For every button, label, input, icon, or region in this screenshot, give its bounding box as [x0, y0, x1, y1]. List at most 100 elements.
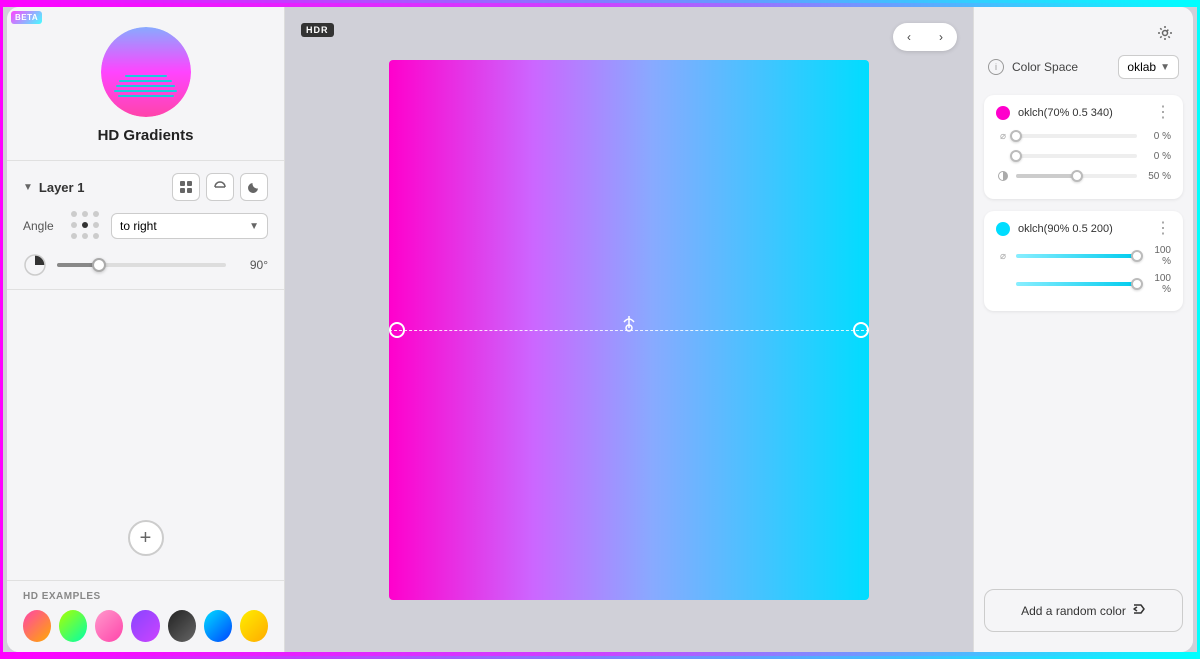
color-stop-2-slider-2: 100 % [996, 273, 1171, 295]
swatch-blue[interactable] [204, 610, 232, 642]
color-stop-1-val-3: 50 % [1143, 171, 1171, 182]
settings-button[interactable] [1151, 19, 1179, 47]
link-icon-4 [996, 277, 1010, 291]
color-stop-1-slider-3: 50 % [996, 169, 1171, 183]
color-stop-2-track-2[interactable] [1016, 282, 1137, 286]
angle-select[interactable]: to right ▼ [111, 213, 268, 239]
panel-top-row [974, 19, 1193, 55]
half-circle-button[interactable] [206, 173, 234, 201]
angle-slider-row: 90° [23, 253, 268, 277]
logo-lines [101, 75, 191, 97]
color-stop-2-val-1: 100 % [1143, 245, 1171, 267]
color-stop-1-track-3[interactable] [1016, 174, 1137, 178]
color-stop-card-2: oklch(90% 0.5 200) ⋮ ⌀ 100 % 100 % [984, 211, 1183, 311]
grid-icon [179, 180, 193, 194]
examples-title: HD EXAMPLES [23, 591, 268, 602]
color-stop-1-val-2: 0 % [1143, 151, 1171, 162]
layer-icons [172, 173, 268, 201]
moon-icon [247, 180, 261, 194]
color-stop-2-name: oklch(90% 0.5 200) [1018, 223, 1147, 235]
moon-button[interactable] [240, 173, 268, 201]
dot-tr [93, 211, 99, 217]
color-stop-2-val-2: 100 % [1143, 273, 1171, 295]
grid-view-button[interactable] [172, 173, 200, 201]
beta-badge: BETA [11, 11, 42, 24]
sidebar: HD Gradients ▼ Layer 1 [7, 7, 285, 652]
dot-tl [71, 211, 77, 217]
link-icon-3: ⌀ [996, 249, 1010, 263]
color-stop-1-dot [996, 106, 1010, 120]
dot-bl [71, 233, 77, 239]
layer-title: Layer 1 [39, 180, 85, 195]
angle-label: Angle [23, 219, 61, 233]
swatch-dark[interactable] [168, 610, 196, 642]
swatch-purple[interactable] [131, 610, 159, 642]
swatch-yellow[interactable] [240, 610, 268, 642]
shuffle-icon [1132, 602, 1146, 616]
angle-row: Angle to right ▼ [23, 211, 268, 241]
add-layer-section: + [7, 504, 284, 564]
color-stop-1-more-button[interactable]: ⋮ [1155, 105, 1171, 121]
angle-slider-track[interactable] [57, 263, 226, 267]
color-stop-1-track-1[interactable] [1016, 134, 1137, 138]
add-random-color-button[interactable]: Add a random color [984, 589, 1183, 632]
swatch-warm[interactable] [23, 610, 51, 642]
nav-arrows: ‹ › [893, 23, 957, 51]
color-stop-1-track-2[interactable] [1016, 154, 1137, 158]
gear-icon [1157, 25, 1173, 41]
half-circle-icon [213, 180, 227, 194]
sidebar-header: HD Gradients [7, 7, 284, 161]
examples-row [23, 610, 268, 642]
collapse-icon[interactable]: ▼ [23, 182, 33, 193]
color-stop-2-more-button[interactable]: ⋮ [1155, 221, 1171, 237]
dot-mm [82, 222, 88, 228]
dot-bm [82, 233, 88, 239]
logo-container [101, 27, 191, 117]
color-stop-2-header: oklch(90% 0.5 200) ⋮ [996, 221, 1171, 237]
color-space-label: Color Space [1012, 60, 1078, 74]
app-wrapper: HD Gradients ▼ Layer 1 [7, 7, 1193, 652]
gradient-midpoint[interactable] [619, 314, 639, 341]
color-stop-2-track-1[interactable] [1016, 254, 1137, 258]
layer-section: ▼ Layer 1 [7, 161, 284, 290]
right-panel: i Color Space oklab ▼ oklch(70% 0.5 340)… [973, 7, 1193, 652]
color-stop-2-dot [996, 222, 1010, 236]
section-spacer [974, 323, 1193, 581]
dot-br [93, 233, 99, 239]
dot-mr [93, 222, 99, 228]
angle-chevron-icon: ▼ [249, 221, 259, 232]
color-stop-1-slider-2: 0 % [996, 149, 1171, 163]
link-icon-2 [996, 149, 1010, 163]
swatch-green[interactable] [59, 610, 87, 642]
opacity-icon [997, 170, 1009, 182]
color-stop-1-slider-1: ⌀ 0 % [996, 129, 1171, 143]
swatch-pink[interactable] [95, 610, 123, 642]
shuffle-icon [1132, 602, 1146, 619]
main-canvas: HDR ‹ › [285, 7, 973, 652]
dot-grid[interactable] [71, 211, 101, 241]
color-stop-2-slider-1: ⌀ 100 % [996, 245, 1171, 267]
gradient-stop-left[interactable] [389, 322, 405, 338]
add-color-label: Add a random color [1021, 604, 1126, 618]
color-space-select[interactable]: oklab ▼ [1118, 55, 1179, 79]
color-stop-1-val-1: 0 % [1143, 131, 1171, 142]
color-stop-1-name: oklch(70% 0.5 340) [1018, 107, 1147, 119]
gradient-canvas [389, 60, 869, 600]
color-space-info-icon[interactable]: i [988, 59, 1004, 75]
gradient-stop-right[interactable] [853, 322, 869, 338]
link-icon-1: ⌀ [996, 129, 1010, 143]
angle-value: to right [120, 219, 157, 233]
midpoint-handle-icon [619, 314, 639, 336]
examples-section: HD EXAMPLES [7, 580, 284, 652]
pie-icon [23, 253, 47, 277]
nav-next-button[interactable]: › [925, 23, 957, 51]
nav-prev-button[interactable]: ‹ [893, 23, 925, 51]
opacity-icon-1 [996, 169, 1010, 183]
layer-header: ▼ Layer 1 [23, 173, 268, 201]
color-stop-card-1: oklch(70% 0.5 340) ⋮ ⌀ 0 % 0 % [984, 95, 1183, 199]
color-stop-1-header: oklch(70% 0.5 340) ⋮ [996, 105, 1171, 121]
app-title: HD Gradients [98, 127, 194, 144]
add-layer-button[interactable]: + [128, 520, 164, 556]
dot-ml [71, 222, 77, 228]
layer-title-row: ▼ Layer 1 [23, 180, 84, 195]
